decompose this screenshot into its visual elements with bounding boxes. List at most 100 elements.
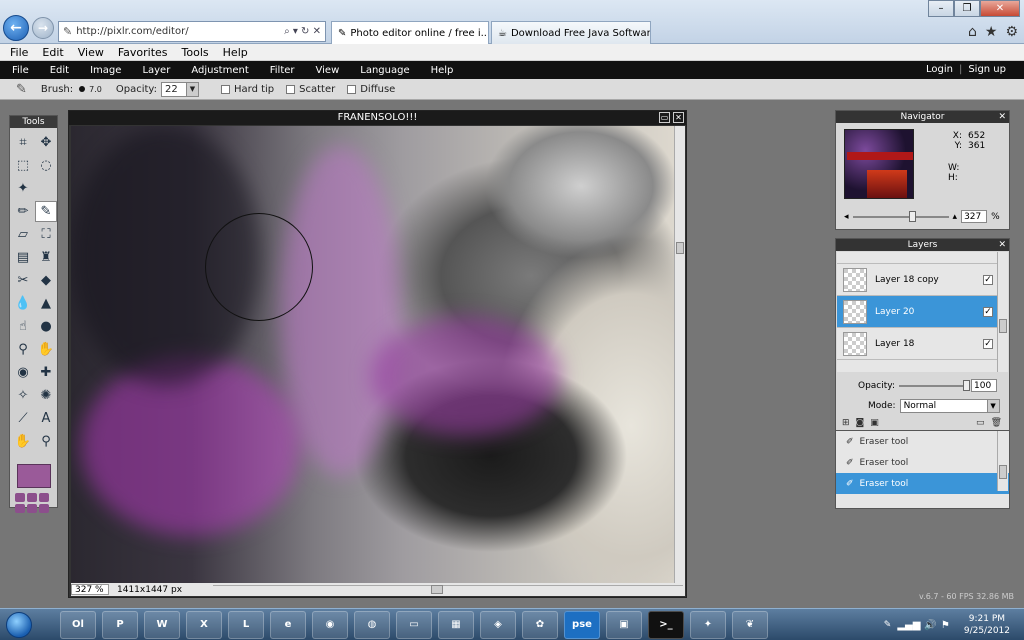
navigator-thumbnail[interactable] — [844, 129, 914, 199]
history-scrollbar[interactable] — [997, 431, 1008, 491]
pinch-tool-icon[interactable]: ✺ — [35, 385, 57, 406]
outlook-app-icon[interactable]: Ol — [60, 610, 96, 639]
app-icon[interactable]: ✦ — [690, 610, 726, 639]
pixlr-menu-language[interactable]: Language — [360, 65, 409, 76]
pixlr-menu-edit[interactable]: Edit — [50, 65, 69, 76]
type-tool-icon[interactable]: A — [35, 408, 57, 429]
maximize-icon[interactable]: ▭ — [659, 112, 670, 123]
flag-icon[interactable]: ⚑ — [941, 620, 950, 631]
pen-icon[interactable]: ✎ — [884, 620, 892, 630]
opacity-slider[interactable] — [899, 379, 970, 391]
color-picker-tool-icon[interactable]: ⟋ — [12, 408, 34, 429]
layer-mask-icon[interactable]: ◙ — [856, 418, 865, 428]
zoom-in-icon[interactable]: ▴ — [953, 212, 958, 222]
horizontal-scrollbar[interactable] — [213, 585, 683, 594]
pixlr-menu-help[interactable]: Help — [431, 65, 454, 76]
pencil-tool-icon[interactable]: ✏ — [12, 201, 34, 222]
calculator-app-icon[interactable]: ▦ — [438, 610, 474, 639]
move-tool-icon[interactable]: ✥ — [35, 132, 57, 153]
app-icon[interactable]: ❦ — [732, 610, 768, 639]
crop-tool-icon[interactable]: ⌗ — [12, 132, 34, 153]
explorer-app-icon[interactable]: ▭ — [396, 610, 432, 639]
diffuse-checkbox[interactable]: Diffuse — [347, 84, 395, 95]
zoom-value[interactable]: 327 — [961, 210, 988, 223]
volume-icon[interactable]: 🔊 — [924, 620, 936, 631]
sharpen-tool-icon[interactable]: ▲ — [35, 293, 57, 314]
opacity-value[interactable]: 22 — [162, 84, 186, 95]
brush-preview-icon[interactable] — [79, 86, 86, 92]
image-canvas[interactable] — [71, 126, 675, 583]
minimize-button[interactable]: – — [928, 0, 954, 17]
layer-row[interactable]: Layer 18 copy ✓ — [837, 264, 997, 296]
ie-app-icon[interactable]: e — [270, 610, 306, 639]
photoshop-elements-app-icon[interactable]: pse — [564, 610, 600, 639]
clock[interactable]: 9:21 PM 9/25/2012 — [956, 613, 1018, 637]
close-icon[interactable]: ✕ — [673, 112, 684, 123]
layer-visibility-checkbox[interactable]: ✓ — [983, 338, 993, 349]
browser-menu-view[interactable]: View — [78, 46, 104, 59]
sponge-tool-icon[interactable]: ● — [35, 316, 57, 337]
spot-heal-tool-icon[interactable]: ✚ — [35, 362, 57, 383]
browser-menu-edit[interactable]: Edit — [42, 46, 63, 59]
checkbox-box[interactable] — [347, 84, 357, 94]
excel-app-icon[interactable]: X — [186, 610, 222, 639]
zoom-tool-icon[interactable]: ⚲ — [35, 431, 57, 452]
paint-bucket-tool-icon[interactable]: ⛶ — [35, 224, 57, 245]
history-item-selected[interactable]: ✐ Eraser tool — [836, 473, 1009, 494]
lasso-tool-icon[interactable]: ◌ — [35, 155, 57, 176]
cmd-app-icon[interactable]: >_ — [648, 610, 684, 639]
layer-visibility-checkbox[interactable]: ✓ — [983, 274, 993, 285]
checkbox-box[interactable] — [286, 84, 296, 94]
tab-pixlr[interactable]: ✎ Photo editor online / free i... ✕ — [331, 21, 489, 44]
foreground-color-swatch[interactable] — [16, 464, 51, 488]
browser-menu-help[interactable]: Help — [223, 46, 248, 59]
layer-settings-icon[interactable]: ⊞ — [842, 418, 850, 428]
chevron-down-icon[interactable]: ▼ — [986, 400, 999, 412]
trash-icon[interactable]: 🗑 — [991, 418, 1002, 428]
gradient-tool-icon[interactable]: ▤ — [12, 247, 34, 268]
mode-value[interactable]: Normal — [904, 401, 937, 411]
zoom-out-icon[interactable]: ◂ — [844, 212, 849, 222]
signup-link[interactable]: Sign up — [968, 64, 1006, 75]
scatter-checkbox[interactable]: Scatter — [286, 84, 335, 95]
browser-menu-favorites[interactable]: Favorites — [118, 46, 168, 59]
layer-row[interactable] — [837, 252, 997, 264]
image-window-titlebar[interactable]: FRANENSOLO!!! ▭ ✕ — [69, 111, 686, 125]
slider-knob[interactable] — [908, 210, 916, 222]
firefox-app-icon[interactable]: ◍ — [354, 610, 390, 639]
browser-menu-file[interactable]: File — [10, 46, 28, 59]
checkbox-box[interactable] — [220, 84, 230, 94]
color-dot[interactable] — [15, 504, 25, 513]
opacity-value[interactable]: 100 — [971, 379, 997, 392]
burn-tool-icon[interactable]: ✋ — [35, 339, 57, 360]
layers-scrollbar[interactable] — [997, 252, 1008, 372]
brush-tool-icon[interactable]: ✎ — [35, 201, 57, 222]
bloat-tool-icon[interactable]: ✧ — [12, 385, 34, 406]
red-eye-tool-icon[interactable]: ◉ — [12, 362, 34, 383]
layer-row[interactable]: Layer 18 ✓ — [837, 328, 997, 360]
back-button[interactable]: ← — [3, 15, 29, 41]
pixlr-menu-image[interactable]: Image — [90, 65, 121, 76]
network-icon[interactable]: ▂▄▆ — [897, 620, 920, 631]
layer-row-selected[interactable]: Layer 20 ✓ — [837, 296, 997, 328]
color-dot[interactable] — [39, 504, 49, 513]
eraser-tool-icon[interactable]: ▱ — [12, 224, 34, 245]
pixlr-menu-file[interactable]: File — [12, 65, 29, 76]
pixlr-menu-view[interactable]: View — [316, 65, 340, 76]
home-icon[interactable]: ⌂ — [968, 24, 977, 40]
chrome-app-icon[interactable]: ◉ — [312, 610, 348, 639]
scroll-thumb[interactable] — [676, 242, 684, 254]
history-item[interactable]: ✐ Eraser tool — [836, 452, 1009, 473]
new-layer-icon[interactable]: ▭ — [976, 418, 985, 428]
opacity-select[interactable]: 22 ▼ — [160, 81, 199, 97]
history-item[interactable]: ✐ Eraser tool — [836, 431, 1009, 452]
smudge-tool-icon[interactable]: ☝ — [12, 316, 34, 337]
vertical-scrollbar[interactable] — [674, 126, 685, 583]
address-bar[interactable]: ✎ http://pixlr.com/editor/ ⌕ ▾ ↻ ✕ — [58, 21, 326, 42]
forward-button[interactable]: → — [32, 17, 54, 39]
color-dots[interactable] — [15, 493, 52, 513]
paint-app-icon[interactable]: ✿ — [522, 610, 558, 639]
app-icon[interactable]: ◈ — [480, 610, 516, 639]
pixlr-menu-adjustment[interactable]: Adjustment — [191, 65, 248, 76]
blur-tool-icon[interactable]: 💧 — [12, 293, 34, 314]
